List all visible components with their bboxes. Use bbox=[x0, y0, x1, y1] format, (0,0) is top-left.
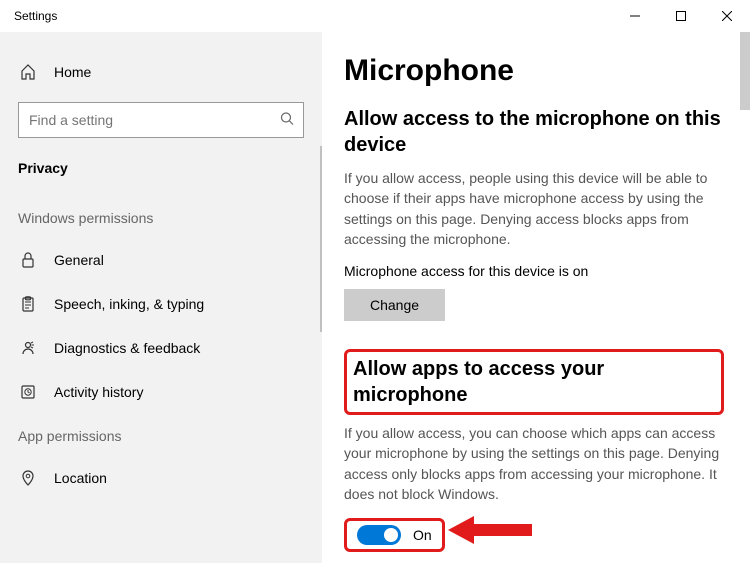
sidebar-item-label: General bbox=[54, 252, 104, 268]
sidebar-item-general[interactable]: General bbox=[0, 238, 322, 282]
location-icon bbox=[18, 470, 38, 486]
maximize-button[interactable] bbox=[658, 0, 704, 32]
titlebar: Settings bbox=[0, 0, 750, 32]
home-label: Home bbox=[54, 64, 91, 80]
category-label: Privacy bbox=[0, 156, 322, 196]
home-nav[interactable]: Home bbox=[0, 56, 322, 88]
history-icon bbox=[18, 384, 38, 400]
change-button[interactable]: Change bbox=[344, 289, 445, 321]
sidebar-item-location[interactable]: Location bbox=[0, 456, 322, 500]
sidebar-item-label: Speech, inking, & typing bbox=[54, 296, 204, 312]
sidebar-item-diagnostics[interactable]: Diagnostics & feedback bbox=[0, 326, 322, 370]
sidebar-item-label: Diagnostics & feedback bbox=[54, 340, 200, 356]
section-windows-permissions: Windows permissions bbox=[0, 196, 322, 238]
close-button[interactable] bbox=[704, 0, 750, 32]
home-icon bbox=[18, 64, 38, 80]
device-access-heading: Allow access to the microphone on this d… bbox=[344, 106, 724, 158]
sidebar-item-label: Activity history bbox=[54, 384, 143, 400]
feedback-icon bbox=[18, 340, 38, 356]
window-title: Settings bbox=[14, 9, 57, 23]
sidebar-item-label: Location bbox=[54, 470, 107, 486]
sidebar-item-speech[interactable]: Speech, inking, & typing bbox=[0, 282, 322, 326]
sidebar-item-activity[interactable]: Activity history bbox=[0, 370, 322, 414]
annotation-highlight-toggle: On bbox=[344, 518, 445, 552]
page-title: Microphone bbox=[344, 54, 724, 88]
section-app-permissions: App permissions bbox=[0, 414, 322, 456]
search-input[interactable] bbox=[18, 102, 304, 138]
toggle-state-label: On bbox=[413, 527, 432, 543]
content-area: Microphone Allow access to the microphon… bbox=[322, 32, 750, 563]
lock-icon bbox=[18, 252, 38, 268]
clipboard-icon bbox=[18, 296, 38, 312]
app-access-body: If you allow access, you can choose whic… bbox=[344, 423, 724, 504]
device-access-body: If you allow access, people using this d… bbox=[344, 168, 724, 249]
toggle-knob bbox=[384, 528, 398, 542]
content-scrollbar[interactable] bbox=[740, 32, 750, 110]
annotation-highlight-heading: Allow apps to access your microphone bbox=[344, 349, 724, 415]
app-access-heading: Allow apps to access your microphone bbox=[353, 356, 715, 408]
device-access-status: Microphone access for this device is on bbox=[344, 263, 724, 279]
sidebar: Home Privacy Windows permissions General… bbox=[0, 32, 322, 563]
minimize-button[interactable] bbox=[612, 0, 658, 32]
app-access-toggle[interactable] bbox=[357, 525, 401, 545]
